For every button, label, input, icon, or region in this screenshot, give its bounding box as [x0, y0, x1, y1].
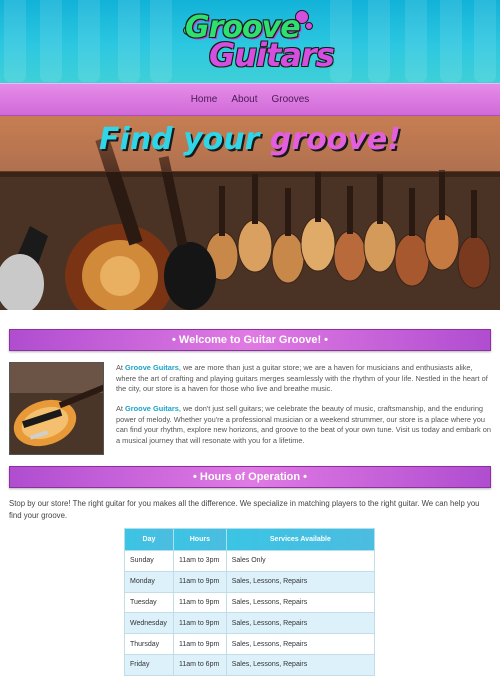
table-row: Wednesday 11am to 9pm Sales, Lessons, Re… — [124, 612, 376, 635]
cell-services: Sales, Lessons, Repairs — [225, 653, 376, 676]
hero-banner: Find your groove! — [0, 116, 500, 310]
table-row: Sunday 11am to 3pm Sales Only — [124, 550, 376, 572]
header-guitar-silhouette — [368, 0, 390, 82]
bass-guitar-photo — [9, 362, 104, 455]
welcome-paragraph-2: At Groove Guitars, we don't just sell gu… — [116, 404, 491, 446]
column-header-services: Services Available — [225, 528, 376, 551]
table-row: Thursday 11am to 9pm Sales, Lessons, Rep… — [124, 633, 376, 655]
site-header: Groove Guitars — [0, 0, 500, 83]
table-row: Monday 11am to 9pm Sales, Lessons, Repai… — [124, 570, 376, 593]
cell-services: Sales, Lessons, Repairs — [225, 591, 376, 614]
welcome-paragraph-1: At Groove Guitars, we are more than just… — [116, 363, 491, 395]
site-logo[interactable]: Groove Guitars — [183, 8, 335, 74]
brand-name: Groove Guitars — [125, 404, 179, 413]
column-header-day: Day — [124, 528, 174, 551]
header-guitar-silhouette — [78, 0, 100, 82]
header-guitar-silhouette — [440, 0, 462, 82]
table-row: Friday 11am to 6pm Sales, Lessons, Repai… — [124, 653, 376, 676]
table-header-row: Day Hours Services Available — [124, 528, 376, 551]
brand-name: Groove Guitars — [125, 363, 179, 372]
paragraph-text: At — [116, 363, 126, 372]
cell-hours: 11am to 3pm — [172, 550, 227, 572]
cell-hours: 11am to 9pm — [172, 570, 227, 593]
hours-intro-text: Stop by our store! The right guitar for … — [9, 499, 480, 520]
column-header-hours: Hours — [172, 528, 227, 551]
hero-title: Find your groove! — [0, 122, 500, 157]
cell-hours: 11am to 9pm — [172, 633, 227, 655]
nav-link-grooves[interactable]: Grooves — [272, 94, 310, 105]
hours-heading: • Hours of Operation • — [9, 466, 491, 488]
cell-day: Tuesday — [124, 591, 174, 614]
table-row: Tuesday 11am to 9pm Sales, Lessons, Repa… — [124, 591, 376, 614]
header-guitar-silhouette — [4, 0, 26, 82]
header-guitar-silhouette — [405, 0, 427, 82]
cell-day: Monday — [124, 570, 174, 593]
cell-hours: 11am to 9pm — [172, 591, 227, 614]
nav-link-about[interactable]: About — [231, 94, 257, 105]
header-guitar-silhouette — [150, 0, 172, 82]
header-guitar-silhouette — [40, 0, 62, 82]
cell-services: Sales, Lessons, Repairs — [225, 612, 376, 635]
welcome-heading: • Welcome to Guitar Groove! • — [9, 329, 491, 351]
nav-link-home[interactable]: Home — [191, 94, 218, 105]
cell-services: Sales, Lessons, Repairs — [225, 570, 376, 593]
cell-day: Sunday — [124, 550, 174, 572]
logo-word-guitars: Guitars — [209, 36, 335, 74]
cell-day: Thursday — [124, 633, 174, 655]
cell-hours: 11am to 9pm — [172, 612, 227, 635]
header-guitar-silhouette — [118, 0, 140, 82]
header-guitar-silhouette — [474, 0, 496, 82]
cell-day: Wednesday — [124, 612, 174, 635]
cell-services: Sales, Lessons, Repairs — [225, 633, 376, 655]
hero-title-part2: groove! — [269, 122, 401, 157]
hero-title-part1: Find your — [99, 122, 270, 157]
hours-table: Day Hours Services Available Sunday 11am… — [124, 528, 376, 676]
cell-hours: 11am to 6pm — [172, 653, 227, 676]
paragraph-text: At — [116, 404, 126, 413]
cell-day: Friday — [124, 653, 174, 676]
logo-splash — [305, 22, 313, 30]
cell-services: Sales Only — [225, 550, 376, 572]
main-nav: Home About Grooves — [0, 83, 500, 116]
